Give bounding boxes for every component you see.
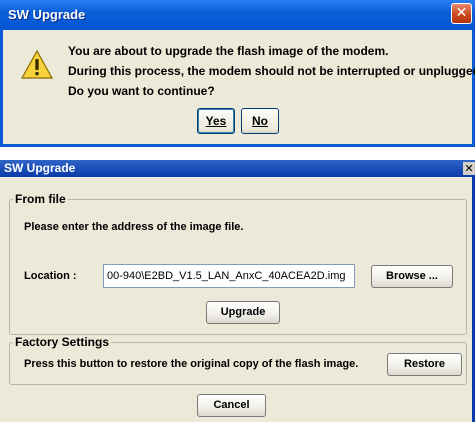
warning-icon	[21, 50, 53, 79]
yes-button-label: Yes	[205, 114, 227, 128]
upgrade-button[interactable]: Upgrade	[206, 301, 280, 324]
confirm-title-bar[interactable]: SW Upgrade ✕	[0, 0, 475, 30]
location-label: Location :	[24, 270, 77, 282]
no-button-label: No	[252, 114, 268, 128]
upgrade-title-bar[interactable]: SW Upgrade ✕	[0, 160, 475, 177]
upgrade-body: From file Please enter the address of th…	[0, 177, 475, 422]
yes-button[interactable]: Yes	[197, 108, 235, 134]
confirm-message-line: Do you want to continue?	[68, 84, 215, 98]
no-button[interactable]: No	[241, 108, 279, 134]
browse-button[interactable]: Browse ...	[371, 265, 453, 288]
restore-button[interactable]: Restore	[387, 353, 462, 376]
confirm-body: You are about to upgrade the flash image…	[3, 30, 475, 144]
factory-settings-group: Factory Settings Press this button to re…	[9, 335, 467, 385]
from-file-group: From file Please enter the address of th…	[9, 192, 467, 335]
factory-settings-legend: Factory Settings	[13, 335, 112, 349]
close-icon[interactable]: ✕	[463, 162, 475, 175]
instruction-text: Please enter the address of the image fi…	[24, 221, 244, 233]
from-file-legend: From file	[13, 192, 68, 206]
cancel-button[interactable]: Cancel	[197, 394, 266, 417]
close-icon[interactable]: ✕	[451, 3, 472, 24]
confirm-message-line: During this process, the modem should no…	[68, 64, 475, 78]
confirm-message-line: You are about to upgrade the flash image…	[68, 44, 389, 58]
confirm-dialog: SW Upgrade ✕ You are about to upgrade th…	[0, 0, 475, 147]
upgrade-title: SW Upgrade	[4, 161, 76, 175]
location-input[interactable]: 00-940\E2BD_V1.5_LAN_AnxC_40ACEA2D.img	[103, 264, 355, 288]
restore-description: Press this button to restore the origina…	[24, 358, 359, 370]
confirm-title: SW Upgrade	[8, 7, 86, 22]
upgrade-dialog: SW Upgrade ✕ From file Please enter the …	[0, 160, 475, 425]
